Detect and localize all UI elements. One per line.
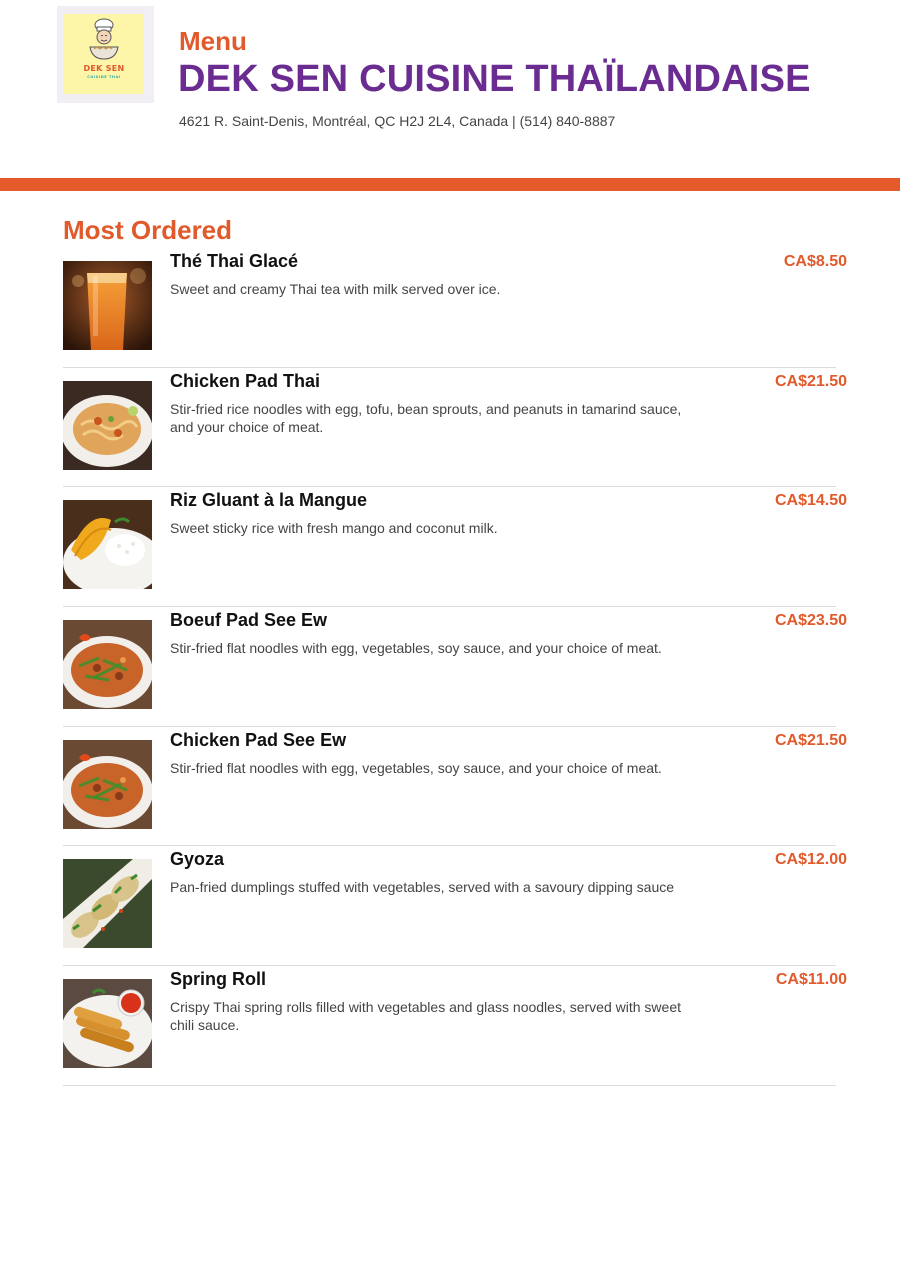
menu-item[interactable]: Boeuf Pad See Ew Stir-fried flat noodles… [63, 607, 847, 727]
item-description: Stir-fried flat noodles with egg, vegeta… [170, 759, 662, 776]
item-description: Stir-fried flat noodles with egg, vegeta… [170, 640, 662, 657]
pad-thai-photo [63, 380, 152, 470]
item-price: CA$14.50 [774, 492, 847, 510]
thai-iced-tea-photo [63, 261, 152, 350]
item-price: CA$12.00 [774, 851, 847, 869]
item-description: Stir-fried rice noodles with egg, tofu, … [170, 400, 682, 435]
gyoza-photo [63, 859, 152, 949]
pad-see-ew-photo [63, 620, 152, 710]
item-price: CA$11.00 [775, 971, 847, 989]
logo-badge: DEK SEN CUISINE THAI [64, 14, 144, 94]
item-name: Chicken Pad See Ew [170, 729, 347, 750]
item-name: Gyoza [170, 849, 225, 870]
item-description: Crispy Thai spring rolls filled with veg… [170, 999, 681, 1034]
item-name: Spring Roll [170, 969, 266, 990]
logo: DEK SEN CUISINE THAI [57, 6, 154, 103]
section-title: Most Ordered [63, 215, 233, 245]
item-description: Sweet sticky rice with fresh mango and c… [170, 520, 498, 537]
header-divider-bar [0, 178, 900, 191]
item-price: CA$8.50 [783, 253, 847, 270]
menu-item[interactable]: Chicken Pad Thai Stir-fried rice noodles… [63, 368, 847, 488]
menu-item[interactable]: Riz Gluant à la Mangue Sweet sticky rice… [63, 487, 847, 608]
menu-item[interactable]: Thé Thai Glacé Sweet and creamy Thai tea… [63, 248, 847, 368]
item-description: Sweet and creamy Thai tea with milk serv… [170, 281, 501, 297]
item-name: Boeuf Pad See Ew [170, 610, 328, 631]
menu-item[interactable]: Chicken Pad See Ew Stir-fried flat noodl… [63, 727, 847, 847]
pad-see-ew-photo [63, 739, 152, 829]
menu-item[interactable]: Gyoza Pan-fried dumplings stuffed with v… [63, 846, 847, 967]
menu-label: Menu [179, 26, 247, 56]
menu-items-list: Thé Thai Glacé Sweet and creamy Thai tea… [63, 248, 847, 1086]
item-name: Thé Thai Glacé [170, 251, 299, 271]
logo-subtext: CUISINE THAI [87, 75, 121, 79]
item-price: CA$21.50 [774, 731, 847, 749]
restaurant-address: 4621 R. Saint-Denis, Montréal, QC H2J 2L… [179, 113, 616, 129]
item-name: Riz Gluant à la Mangue [170, 490, 368, 511]
restaurant-name: DEK SEN CUISINE THAÏLANDAISE [178, 58, 811, 100]
item-price: CA$23.50 [774, 612, 847, 630]
mango-sticky-rice-photo [63, 500, 152, 590]
spring-roll-photo [63, 979, 152, 1069]
logo-text: DEK SEN [83, 64, 125, 73]
item-price: CA$21.50 [774, 372, 847, 390]
item-description: Pan-fried dumplings stuffed with vegetab… [170, 879, 675, 896]
menu-item[interactable]: Spring Roll Crispy Thai spring rolls fil… [63, 966, 847, 1086]
chef-bowl-icon [89, 18, 119, 60]
item-name: Chicken Pad Thai [170, 370, 321, 391]
